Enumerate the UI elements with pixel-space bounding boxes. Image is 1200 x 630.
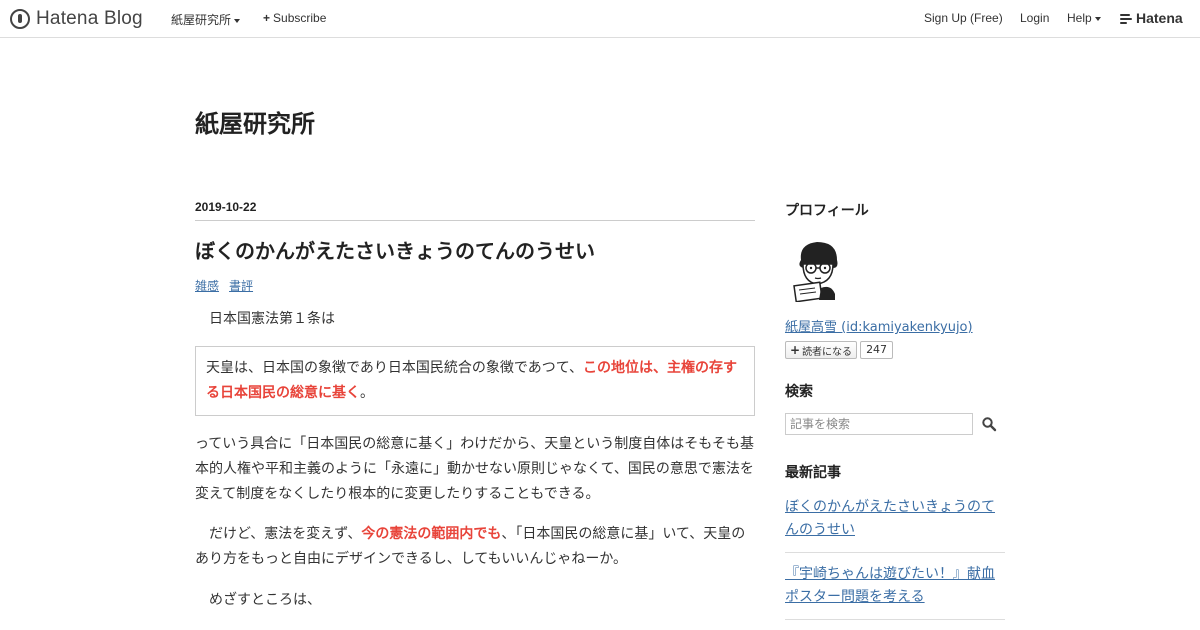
- article-date[interactable]: 2019-10-22: [195, 200, 755, 221]
- chevron-down-icon: [1094, 16, 1101, 21]
- subscribe-label: Subscribe: [273, 11, 327, 25]
- recent-post-item[interactable]: ぼくのかんがえたさいきょうのてんのうせい: [785, 496, 1005, 553]
- global-header: Hatena Blog 紙屋研究所 + Subscribe Sign Up (Fr…: [0, 0, 1200, 38]
- reader-count-badge[interactable]: 247: [860, 341, 894, 359]
- chevron-down-icon: [234, 18, 241, 23]
- hatena-logo-text: Hatena: [1136, 10, 1183, 26]
- quote-text: 天皇は、日本国の象徴であり日本国民統合の象徴であつて、: [206, 360, 584, 376]
- category-link[interactable]: 書評: [229, 279, 253, 293]
- hatena-logo-icon: [1120, 13, 1132, 24]
- blog-menu-dropdown[interactable]: 紙屋研究所: [171, 11, 241, 28]
- search-button[interactable]: [981, 416, 997, 432]
- avatar-illustration-icon: [785, 238, 849, 303]
- hatena-logo[interactable]: Hatena: [1120, 10, 1183, 26]
- hatena-blog-logo-icon: [10, 9, 30, 29]
- paragraph-text: だけど、憲法を変えず、: [195, 526, 362, 542]
- profile-name-link[interactable]: 紙屋高雪 (id:kamiyakenkyujo): [785, 316, 1005, 335]
- plus-icon: +: [263, 11, 271, 25]
- become-reader-label: 読者になる: [802, 346, 853, 358]
- plus-icon: +: [790, 343, 801, 357]
- article-paragraph: 日本国憲法第１条は: [209, 311, 335, 327]
- recent-post-link[interactable]: 『宇崎ちゃんは遊びたい！』献血ポスター問題を考える: [785, 566, 995, 605]
- subscribe-button[interactable]: + Subscribe: [263, 11, 326, 25]
- subscribe-reader-row: + 読者になる 247: [785, 341, 1005, 359]
- search-heading: 検索: [785, 384, 813, 400]
- search-form: [785, 413, 1005, 435]
- hatena-blog-logo[interactable]: Hatena Blog: [10, 8, 143, 30]
- sidebar: プロフィール 紙屋高雪 (id:kamiyakenkyujo) + 読者になる 2…: [785, 200, 1005, 630]
- recent-posts-heading: 最新記事: [785, 465, 841, 481]
- article-title[interactable]: ぼくのかんがえたさいきょうのてんのうせい: [195, 237, 755, 265]
- article-blockquote: 天皇は、日本国の象徴であり日本国民統合の象徴であつて、この地位は、主権の存する日…: [195, 346, 755, 416]
- profile-heading: プロフィール: [785, 203, 869, 219]
- help-dropdown[interactable]: Help: [1067, 11, 1101, 25]
- category-link[interactable]: 雑感: [195, 279, 219, 293]
- recent-post-item[interactable]: 『宇崎ちゃんは遊びたい！』献血ポスター問題を考える: [785, 563, 1005, 620]
- become-reader-button[interactable]: + 読者になる: [785, 341, 858, 359]
- login-link[interactable]: Login: [1020, 11, 1049, 25]
- blog-title[interactable]: 紙屋研究所: [195, 104, 315, 139]
- article-paragraph: っていう具合に「日本国民の総意に基く」わけだから、天皇という制度自体はそもそも基…: [195, 436, 755, 502]
- avatar[interactable]: [785, 238, 849, 303]
- quote-text: 。: [360, 385, 374, 401]
- article-paragraph: だけど、憲法を変えず、今の憲法の範囲内でも、「日本国民の総意に基」いて、天皇のあ…: [195, 522, 755, 572]
- article-categories: 雑感 書評: [195, 277, 755, 294]
- paragraph-highlight: 今の憲法の範囲内でも: [361, 526, 502, 542]
- search-input[interactable]: [785, 413, 973, 435]
- hatena-blog-logo-text: Hatena Blog: [36, 8, 143, 29]
- recent-posts-list: ぼくのかんがえたさいきょうのてんのうせい 『宇崎ちゃんは遊びたい！』献血ポスター…: [785, 496, 1005, 620]
- search-icon: [982, 417, 997, 432]
- blog-menu-label: 紙屋研究所: [171, 13, 232, 27]
- article-paragraph: めざすところは、: [209, 592, 321, 608]
- recent-post-link[interactable]: ぼくのかんがえたさいきょうのてんのうせい: [785, 499, 995, 538]
- help-label: Help: [1067, 11, 1092, 25]
- signup-link[interactable]: Sign Up (Free): [924, 11, 1003, 25]
- article: 2019-10-22 ぼくのかんがえたさいきょうのてんのうせい 雑感 書評 日本国…: [195, 200, 755, 613]
